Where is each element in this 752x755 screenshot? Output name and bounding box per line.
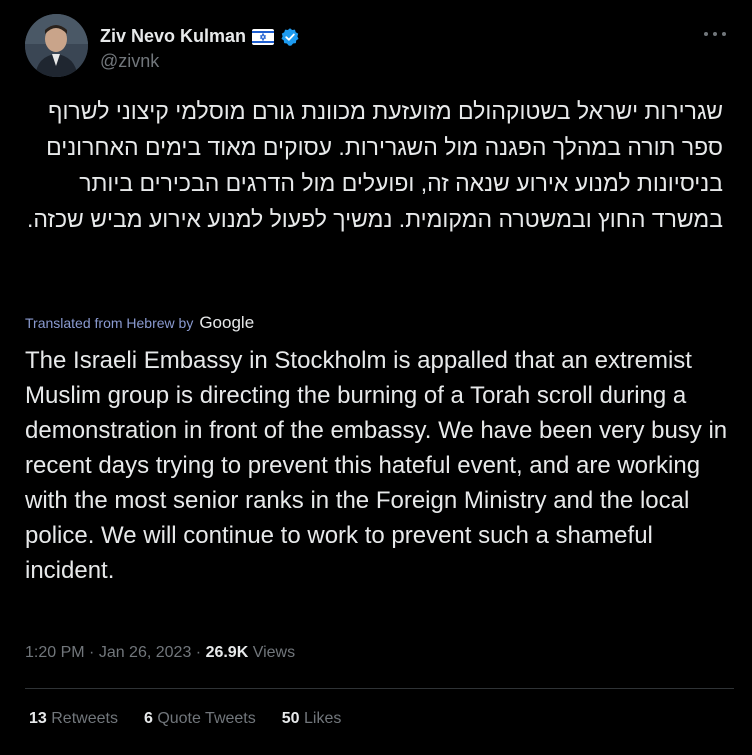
- translation-attribution: Translated from Hebrew by Google: [25, 313, 254, 333]
- quote-tweets-count: 6: [143, 710, 153, 727]
- tweet-header: Ziv Nevo Kulman @zivnk: [25, 14, 734, 82]
- retweets-stat[interactable]: 13 Retweets: [29, 710, 118, 728]
- views-label: Views: [252, 644, 296, 661]
- tweet-translated-text: The Israeli Embassy in Stockholm is appa…: [25, 347, 728, 584]
- engagement-stats: 13 Retweets 6 Quote Tweets 50 Likes: [29, 710, 341, 728]
- tweet-time[interactable]: 1:20 PM: [25, 644, 85, 662]
- tweet-original-text: שגרירות ישראל בשטוקהולם מזועזעת מכוונת ג…: [27, 98, 723, 232]
- translation-label[interactable]: Translated from Hebrew by: [25, 315, 193, 331]
- tweet-metadata: 1:20 PM · Jan 26, 2023 · 26.9K Views: [25, 644, 295, 662]
- author-avatar[interactable]: [25, 14, 88, 77]
- meta-separator: ·: [191, 644, 206, 661]
- likes-label: Likes: [304, 710, 342, 727]
- meta-separator: ·: [84, 644, 99, 661]
- more-options-icon[interactable]: [702, 24, 728, 44]
- divider: [25, 688, 734, 689]
- tweet-date[interactable]: Jan 26, 2023: [99, 644, 192, 662]
- likes-stat[interactable]: 50 Likes: [282, 710, 342, 728]
- retweets-count: 13: [29, 710, 47, 727]
- verified-badge-icon[interactable]: [280, 27, 300, 47]
- google-logo: Google: [199, 313, 255, 332]
- quote-tweets-stat[interactable]: 6 Quote Tweets: [144, 710, 256, 728]
- retweets-label: Retweets: [51, 710, 118, 727]
- author-name[interactable]: Ziv Nevo Kulman: [100, 26, 246, 47]
- author-handle[interactable]: @zivnk: [100, 51, 159, 72]
- quote-tweets-label: Quote Tweets: [157, 710, 256, 727]
- israel-flag-icon: [252, 28, 275, 45]
- likes-count: 50: [281, 710, 300, 727]
- views-count: 26.9K: [205, 644, 249, 661]
